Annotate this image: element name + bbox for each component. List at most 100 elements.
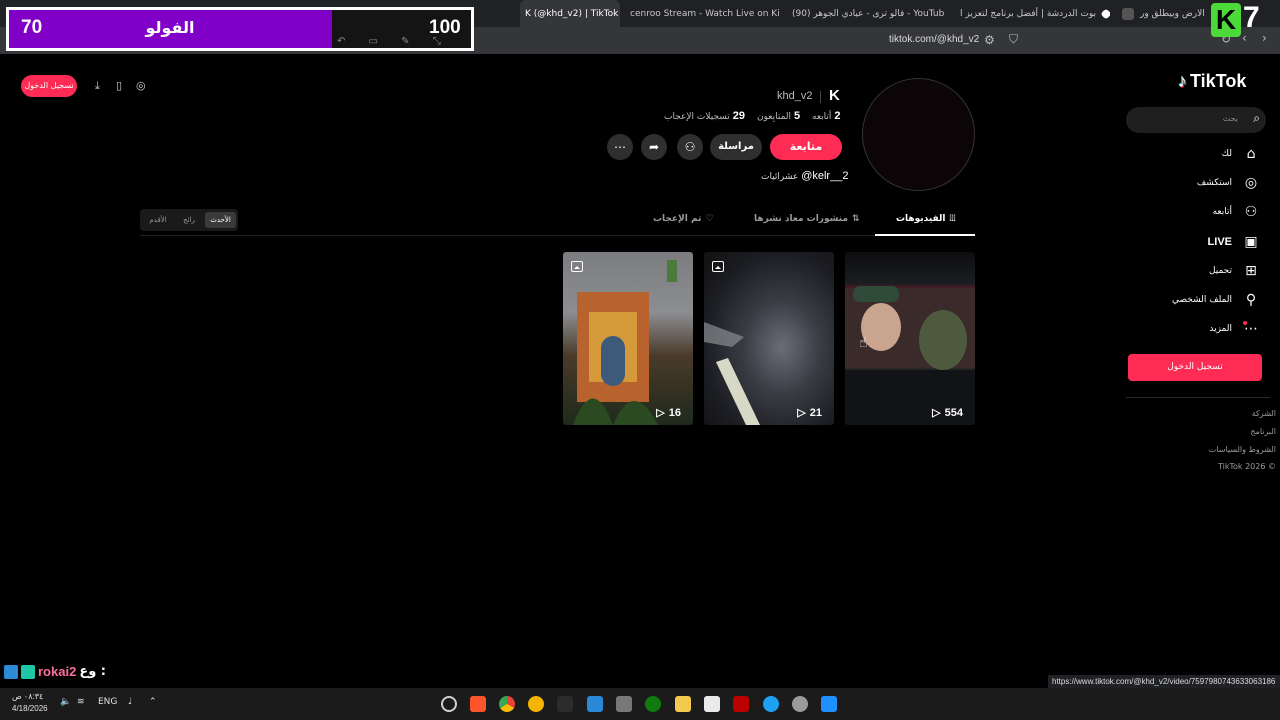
tab-favicon-icon — [1100, 7, 1110, 20]
header-login-button[interactable]: تسجيل الدخول — [21, 75, 77, 97]
video-card[interactable]: ▷ 21 — [704, 252, 834, 425]
followers-stat[interactable]: 5المتابِعون — [757, 110, 800, 122]
store-app-icon[interactable] — [704, 696, 720, 712]
sort-selector: الأحدث رائج الأقدم — [140, 209, 238, 231]
suggested-accounts-button[interactable]: ⚇ — [677, 134, 703, 160]
search-input[interactable]: بحث ⌕ — [1126, 107, 1266, 133]
profile-icon: ⚲ — [1245, 292, 1257, 308]
following-stat[interactable]: 2أتابعه — [812, 110, 841, 122]
footer-link-company[interactable]: الشركة — [1252, 409, 1276, 418]
browser-tab[interactable]: cenroo Stream - Watch Live on Kick — [630, 0, 780, 27]
language-indicator[interactable]: ENG — [98, 697, 117, 707]
sidebar-item-label: LIVE — [1207, 236, 1232, 248]
video-card[interactable]: ▷ 16 — [563, 252, 693, 425]
sidebar-item-profile[interactable]: ⚲ الملف الشخصي — [1172, 289, 1260, 311]
bio-handle[interactable]: @kelr__2 — [801, 170, 848, 182]
footer-link-program[interactable]: البرنامج — [1250, 427, 1276, 436]
microphone-icon[interactable]: ♩ — [128, 697, 132, 707]
message-button[interactable]: مراسلة — [710, 134, 762, 160]
chat-username: rokai2 — [38, 664, 77, 679]
url-text[interactable]: tiktok.com/@khd_v2 — [889, 34, 979, 45]
status-bar-url: https://www.tiktok.com/@khd_v2/video/759… — [1048, 675, 1280, 689]
sort-latest[interactable]: الأحدث — [205, 212, 236, 228]
tab-videos[interactable]: الفيديوهات ⦙⦙⦙ — [896, 214, 956, 224]
following-count: 2 — [834, 110, 841, 122]
following-label: أتابعه — [812, 112, 832, 122]
share-button[interactable]: ➦ — [641, 134, 667, 160]
tiktok-logo[interactable]: ♪ TikTok — [1178, 71, 1246, 92]
file-explorer-icon[interactable] — [675, 696, 691, 712]
tab-favicon-icon — [1122, 7, 1134, 20]
play-icon: ▷ — [656, 407, 665, 419]
bookmark-icon[interactable]: ⛉ — [1009, 32, 1018, 47]
follow-button[interactable]: متابعة — [770, 134, 842, 160]
footer-copyright: TikTok 2026 © — [1218, 462, 1276, 471]
sidebar-item-label: استكشف — [1196, 178, 1232, 188]
obs-app-icon[interactable] — [441, 696, 457, 712]
browser-tab[interactable]: (90) فالو ترى - عيادي الجوهر - YouTube — [792, 0, 944, 27]
edge-app-icon[interactable] — [763, 696, 779, 712]
sidebar-item-live[interactable]: ▣ LIVE — [1208, 231, 1260, 253]
sidebar-item-label: أتابعه — [1212, 207, 1232, 217]
tab-title: cenroo Stream - Watch Live on Kick — [630, 8, 780, 19]
play-icon: ▷ — [797, 407, 806, 419]
sidebar-divider — [1126, 397, 1270, 398]
chat-text: وع : — [79, 664, 107, 679]
browser-tab[interactable]: من علي الارض وبيطلق ور... — [1122, 0, 1206, 27]
tiktok-note-icon: ♪ — [1178, 71, 1187, 91]
start-menu-icon[interactable] — [821, 696, 837, 712]
notepad-app-icon[interactable] — [616, 696, 632, 712]
site-settings-icon[interactable]: ⚙ — [984, 33, 995, 47]
tab-title: (90) فالو ترى - عيادي الجوهر - YouTube — [792, 8, 944, 19]
view-count-text: 554 — [944, 406, 963, 419]
footer-link-terms[interactable]: الشروط والسياسات — [1209, 445, 1276, 454]
sidebar-item-label: تحميل — [1208, 266, 1232, 276]
hand-cursor-icon: ☝ — [859, 335, 868, 351]
user-badge-icon — [21, 664, 35, 679]
bio-text: عشرائيات — [761, 172, 799, 182]
video-thumbnail — [704, 322, 760, 425]
tiktok-page: تسجيل الدخول ⤓ ▯ ◎ ♪ TikTok بحث ⌕ ⌂ لك ◎… — [0, 54, 1280, 688]
tabs-divider — [140, 235, 976, 236]
sort-oldest[interactable]: الأقدم — [143, 212, 173, 228]
sidebar-item-for-you[interactable]: ⌂ لك — [1222, 143, 1260, 165]
windows-taskbar: ٠٨:٣٤ ص 4/18/2026 🔈 ≋ ENG ♩ ⌃ — [0, 688, 1280, 720]
wifi-icon[interactable]: ≋ — [77, 697, 85, 707]
tab-reposts[interactable]: منشورات معاد نشرها ⇅ — [754, 214, 860, 224]
search-icon[interactable]: ⌕ — [1253, 111, 1260, 126]
chrome-app-icon[interactable] — [499, 696, 515, 712]
brave-app-icon[interactable] — [470, 696, 486, 712]
download-icon[interactable]: ⤓ — [95, 79, 100, 93]
volume-icon[interactable]: 🔈 — [60, 697, 71, 707]
photos-app-icon[interactable] — [587, 696, 603, 712]
app-icon[interactable] — [557, 696, 573, 712]
browser-tab[interactable]: بوت الدردشة | أفضل برنامج لتعزيز البث... — [960, 0, 1110, 27]
view-count: ▷ 554 — [932, 406, 963, 420]
view-count: ▷ 16 — [656, 406, 681, 420]
more-options-button[interactable]: ⋯ — [607, 134, 633, 160]
sort-popular[interactable]: رائج — [174, 212, 204, 228]
tab-liked[interactable]: تم الإعجاب ♡ — [653, 214, 714, 224]
channel-logo: K 7 — [1211, 1, 1271, 39]
sidebar-item-more[interactable]: ⋯ المزيد — [1209, 318, 1260, 340]
sidebar-item-explore[interactable]: ◎ استكشف — [1197, 172, 1260, 194]
netflix-app-icon[interactable] — [733, 696, 749, 712]
user-badge-icon — [4, 664, 18, 679]
xbox-app-icon[interactable] — [645, 696, 661, 712]
grid-icon: ⦙⦙⦙ — [949, 214, 956, 224]
sidebar-item-upload[interactable]: ⊞ تحميل — [1209, 260, 1260, 282]
phone-icon[interactable]: ▯ — [116, 79, 122, 92]
messenger-app-icon[interactable] — [528, 696, 544, 712]
settings-app-icon[interactable] — [792, 696, 808, 712]
sidebar-item-following[interactable]: ⚇ أتابعه — [1213, 201, 1260, 223]
channel-logo-letter: K — [1211, 3, 1241, 37]
browser-tab-active[interactable]: K (@khd_v2) | TikTok — [520, 0, 620, 27]
sidebar-login-button[interactable]: تسجيل الدخول — [1128, 354, 1262, 381]
likes-stat: 29تسجيلات الإعجاب — [664, 110, 745, 122]
chevron-up-icon[interactable]: ⌃ — [149, 697, 157, 707]
search-placeholder: بحث — [1222, 114, 1238, 123]
heart-off-icon: ♡ — [705, 214, 714, 224]
compass-icon[interactable]: ◎ — [136, 79, 146, 92]
taskbar-clock[interactable]: ٠٨:٣٤ ص 4/18/2026 — [12, 691, 48, 715]
followers-label: المتابِعون — [757, 112, 792, 122]
